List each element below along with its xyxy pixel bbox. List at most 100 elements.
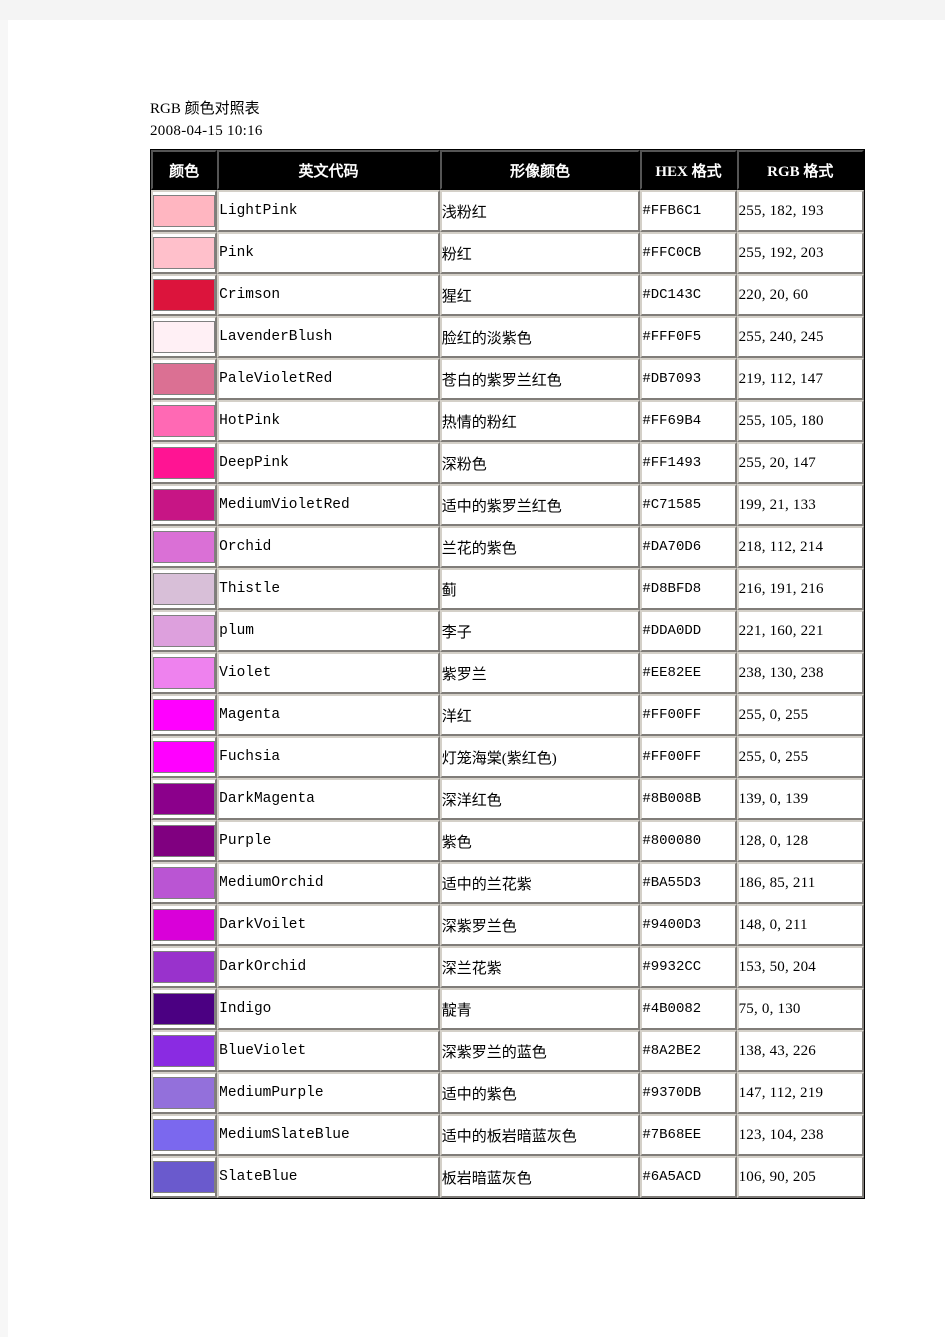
color-swatch-cell bbox=[151, 442, 218, 484]
color-chinese-name: 深紫罗兰色 bbox=[439, 904, 641, 946]
table-row: LavenderBlush 脸红的淡紫色 #FFF0F5 255, 240, 245 bbox=[151, 316, 864, 358]
color-swatch bbox=[153, 237, 216, 269]
color-chinese-name: 深洋红色 bbox=[439, 778, 641, 820]
table-row: Orchid 兰花的紫色 #DA70D6 218, 112, 214 bbox=[151, 526, 864, 568]
color-swatch-cell bbox=[151, 610, 218, 652]
color-swatch-cell bbox=[151, 190, 218, 232]
color-english-name: SlateBlue bbox=[217, 1156, 440, 1198]
color-hex-value: #9932CC bbox=[640, 946, 737, 988]
color-english-name: Pink bbox=[217, 232, 440, 274]
color-hex-value: #9400D3 bbox=[640, 904, 737, 946]
table-row: MediumOrchid 适中的兰花紫 #BA55D3 186, 85, 211 bbox=[151, 862, 864, 904]
document-page: RGB 颜色对照表 2008-04-15 10:16 颜色 英文代码 形像颜色 … bbox=[8, 20, 945, 1337]
color-swatch bbox=[153, 1161, 216, 1193]
color-chinese-name: 适中的紫罗兰红色 bbox=[439, 484, 641, 526]
color-hex-value: #DC143C bbox=[640, 274, 737, 316]
color-chinese-name: 适中的紫色 bbox=[439, 1072, 641, 1114]
color-swatch bbox=[153, 993, 216, 1025]
color-chinese-name: 粉红 bbox=[439, 232, 641, 274]
table-row: BlueViolet 深紫罗兰的蓝色 #8A2BE2 138, 43, 226 bbox=[151, 1030, 864, 1072]
table-row: Magenta 洋红 #FF00FF 255, 0, 255 bbox=[151, 694, 864, 736]
color-rgb-value: 148, 0, 211 bbox=[736, 904, 864, 946]
document-timestamp: 2008-04-15 10:16 bbox=[150, 123, 263, 139]
color-swatch-cell bbox=[151, 904, 218, 946]
color-chinese-name: 灯笼海棠(紫红色) bbox=[439, 736, 641, 778]
table-row: PaleVioletRed 苍白的紫罗兰红色 #DB7093 219, 112, 14… bbox=[151, 358, 864, 400]
color-chinese-name: 适中的兰花紫 bbox=[439, 862, 641, 904]
color-swatch-cell bbox=[151, 694, 218, 736]
color-chinese-name: 深兰花紫 bbox=[439, 946, 641, 988]
color-chinese-name: 浅粉红 bbox=[439, 190, 641, 232]
color-hex-value: #FF00FF bbox=[640, 694, 737, 736]
color-swatch-cell bbox=[151, 568, 218, 610]
table-row: SlateBlue 板岩暗蓝灰色 #6A5ACD 106, 90, 205 bbox=[151, 1156, 864, 1198]
color-swatch bbox=[153, 405, 216, 437]
page-title: RGB 颜色对照表 bbox=[150, 101, 260, 117]
color-chinese-name: 李子 bbox=[439, 610, 641, 652]
column-header-hex-format: HEX 格式 bbox=[640, 150, 737, 190]
color-rgb-value: 255, 192, 203 bbox=[736, 232, 864, 274]
color-english-name: DarkMagenta bbox=[217, 778, 440, 820]
table-row: Crimson 猩红 #DC143C 220, 20, 60 bbox=[151, 274, 864, 316]
color-chinese-name: 洋红 bbox=[439, 694, 641, 736]
color-english-name: LightPink bbox=[217, 190, 440, 232]
color-rgb-value: 238, 130, 238 bbox=[736, 652, 864, 694]
top-gray-band bbox=[0, 0, 945, 20]
table-row: Purple 紫色 #800080 128, 0, 128 bbox=[151, 820, 864, 862]
color-swatch-cell bbox=[151, 652, 218, 694]
color-rgb-value: 147, 112, 219 bbox=[736, 1072, 864, 1114]
color-swatch bbox=[153, 447, 216, 479]
color-swatch bbox=[153, 699, 216, 731]
color-swatch-cell bbox=[151, 1156, 218, 1198]
color-swatch-cell bbox=[151, 274, 218, 316]
color-rgb-value: 255, 20, 147 bbox=[736, 442, 864, 484]
rgb-color-table: 颜色 英文代码 形像颜色 HEX 格式 RGB 格式 LightPink 浅粉红 #… bbox=[150, 149, 865, 1199]
color-rgb-value: 221, 160, 221 bbox=[736, 610, 864, 652]
color-chinese-name: 脸红的淡紫色 bbox=[439, 316, 641, 358]
color-swatch-cell bbox=[151, 1072, 218, 1114]
color-english-name: Thistle bbox=[217, 568, 440, 610]
color-chinese-name: 适中的板岩暗蓝灰色 bbox=[439, 1114, 641, 1156]
color-rgb-value: 220, 20, 60 bbox=[736, 274, 864, 316]
color-swatch-cell bbox=[151, 484, 218, 526]
color-chinese-name: 紫罗兰 bbox=[439, 652, 641, 694]
color-swatch-cell bbox=[151, 862, 218, 904]
color-english-name: LavenderBlush bbox=[217, 316, 440, 358]
color-hex-value: #FFB6C1 bbox=[640, 190, 737, 232]
table-row: Violet 紫罗兰 #EE82EE 238, 130, 238 bbox=[151, 652, 864, 694]
color-swatch-cell bbox=[151, 1030, 218, 1072]
color-english-name: BlueViolet bbox=[217, 1030, 440, 1072]
color-swatch bbox=[153, 615, 216, 647]
color-chinese-name: 兰花的紫色 bbox=[439, 526, 641, 568]
table-row: DarkMagenta 深洋红色 #8B008B 139, 0, 139 bbox=[151, 778, 864, 820]
color-swatch bbox=[153, 1077, 216, 1109]
color-chinese-name: 热情的粉红 bbox=[439, 400, 641, 442]
color-english-name: Crimson bbox=[217, 274, 440, 316]
column-header-rgb-format: RGB 格式 bbox=[736, 150, 864, 190]
color-english-name: Magenta bbox=[217, 694, 440, 736]
color-swatch bbox=[153, 531, 216, 563]
color-rgb-value: 186, 85, 211 bbox=[736, 862, 864, 904]
color-english-name: DarkVoilet bbox=[217, 904, 440, 946]
color-chinese-name: 猩红 bbox=[439, 274, 641, 316]
color-swatch bbox=[153, 363, 216, 395]
color-swatch-cell bbox=[151, 526, 218, 568]
color-hex-value: #DA70D6 bbox=[640, 526, 737, 568]
color-swatch-cell bbox=[151, 400, 218, 442]
color-chinese-name: 板岩暗蓝灰色 bbox=[439, 1156, 641, 1198]
table-row: LightPink 浅粉红 #FFB6C1 255, 182, 193 bbox=[151, 190, 864, 232]
color-swatch bbox=[153, 951, 216, 983]
color-swatch bbox=[153, 825, 216, 857]
color-english-name: MediumOrchid bbox=[217, 862, 440, 904]
color-english-name: DeepPink bbox=[217, 442, 440, 484]
color-english-name: MediumSlateBlue bbox=[217, 1114, 440, 1156]
color-swatch bbox=[153, 1035, 216, 1067]
color-hex-value: #4B0082 bbox=[640, 988, 737, 1030]
color-swatch bbox=[153, 195, 216, 227]
color-rgb-value: 255, 105, 180 bbox=[736, 400, 864, 442]
color-rgb-value: 255, 240, 245 bbox=[736, 316, 864, 358]
color-english-name: Orchid bbox=[217, 526, 440, 568]
color-swatch bbox=[153, 573, 216, 605]
color-hex-value: #D8BFD8 bbox=[640, 568, 737, 610]
color-rgb-value: 139, 0, 139 bbox=[736, 778, 864, 820]
